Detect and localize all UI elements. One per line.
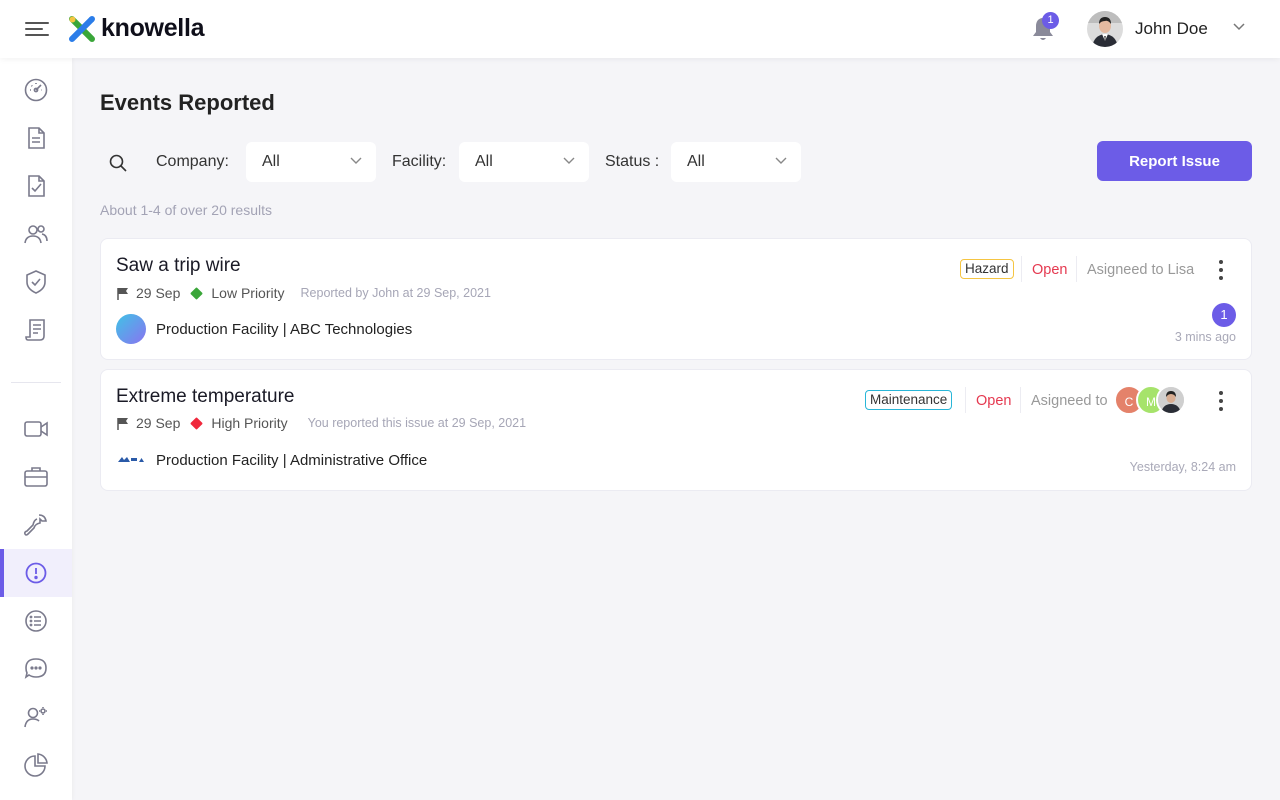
event-title[interactable]: Extreme temperature <box>116 386 294 408</box>
status-badge: Open <box>976 393 1012 409</box>
event-meta: 29 Sep Low Priority Reported by John at … <box>117 285 491 301</box>
search-icon[interactable] <box>108 153 128 173</box>
divider <box>1076 256 1077 282</box>
report-issue-button[interactable]: Report Issue <box>1097 141 1252 181</box>
event-time-ago: 3 mins ago <box>1174 330 1236 344</box>
priority-high-icon <box>190 416 204 430</box>
sidebar-item-documents[interactable] <box>0 114 72 162</box>
event-card[interactable]: Saw a trip wire 29 Sep Low Priority Repo… <box>100 238 1252 360</box>
sidebar-item-tasks[interactable] <box>0 597 72 645</box>
brand-name: knowella <box>101 14 205 42</box>
sidebar-item-video[interactable] <box>0 405 72 453</box>
logo[interactable]: knowella <box>68 14 205 43</box>
assigned-to: Asigneed to Lisa <box>1087 262 1195 278</box>
facility-name: Production Facility | ABC Technologies <box>156 320 413 338</box>
facility-logo <box>117 456 144 464</box>
briefcase-icon <box>24 467 48 487</box>
alert-icon <box>25 562 47 584</box>
dashboard-icon <box>24 78 48 102</box>
flag-icon <box>117 287 129 300</box>
event-date: 29 Sep <box>136 415 181 431</box>
results-count: About 1-4 of over 20 results <box>100 202 272 218</box>
user-name: John Doe <box>1135 19 1208 38</box>
pie-chart-icon <box>24 753 48 777</box>
sidebar-divider <box>11 382 61 383</box>
sidebar-item-analytics[interactable] <box>0 741 72 789</box>
sidebar-item-messages[interactable] <box>0 645 72 693</box>
status-filter-label: Status : <box>605 153 660 170</box>
facility-logo <box>116 314 146 344</box>
assigned-to: Asigneed to <box>1031 393 1108 409</box>
event-reported-text: Reported by John at 29 Sep, 2021 <box>300 286 491 300</box>
divider <box>965 387 966 413</box>
chevron-down-icon <box>563 157 575 164</box>
wrench-icon <box>23 514 47 536</box>
event-time-ago: Yesterday, 8:24 am <box>1129 460 1236 474</box>
chevron-down-icon <box>775 157 787 164</box>
user-menu[interactable]: John Doe <box>1087 11 1208 47</box>
event-title[interactable]: Saw a trip wire <box>116 255 241 277</box>
notification-badge: 1 <box>1042 12 1059 29</box>
divider <box>1020 387 1021 413</box>
event-facility: Production Facility | ABC Technologies <box>116 314 412 344</box>
sidebar-item-events[interactable] <box>0 549 72 597</box>
facility-filter-label: Facility: <box>392 153 447 170</box>
company-select-value: All <box>262 153 280 170</box>
menu-icon[interactable] <box>25 20 49 38</box>
users-icon <box>24 225 48 244</box>
divider <box>1021 256 1022 282</box>
filter-bar: Company: All Facility: All Status : All <box>100 141 1224 183</box>
main-content: Events Reported Company: All Facility: A… <box>72 58 1280 800</box>
knowella-logo-icon <box>69 15 95 42</box>
sidebar-item-dashboard[interactable] <box>0 66 72 114</box>
comment-count-badge: 1 <box>1212 303 1236 327</box>
chevron-down-icon[interactable] <box>1232 22 1246 32</box>
top-bar: knowella 1 John Doe <box>0 0 1280 58</box>
list-icon <box>25 610 47 632</box>
chat-icon <box>24 658 47 679</box>
status-select-value: All <box>687 153 705 170</box>
status-badge: Open <box>1032 262 1068 278</box>
checklist-icon <box>28 175 45 197</box>
document-icon <box>28 127 45 149</box>
sidebar-item-safety[interactable] <box>0 258 72 306</box>
more-options-icon[interactable] <box>1216 258 1226 282</box>
event-reported-text: You reported this issue at 29 Sep, 2021 <box>307 416 527 430</box>
shield-check-icon <box>26 270 46 294</box>
company-select[interactable]: All <box>246 142 376 182</box>
sidebar-item-reports[interactable] <box>0 306 72 354</box>
company-filter-label: Company: <box>156 153 229 170</box>
avatar <box>1087 11 1123 47</box>
flag-icon <box>117 417 129 430</box>
video-icon <box>24 421 48 437</box>
event-facility: Production Facility | Administrative Off… <box>116 445 427 475</box>
event-priority: High Priority <box>211 415 288 431</box>
sidebar-item-users[interactable] <box>0 210 72 258</box>
facility-select[interactable]: All <box>459 142 589 182</box>
chevron-down-icon <box>350 157 362 164</box>
page-title: Events Reported <box>100 90 275 115</box>
category-tag: Hazard <box>960 259 1014 279</box>
event-meta: 29 Sep High Priority You reported this i… <box>117 415 526 431</box>
facility-name: Production Facility | Administrative Off… <box>156 451 428 469</box>
category-tag: Maintenance <box>865 390 953 410</box>
sidebar-item-assets[interactable] <box>0 453 72 501</box>
event-priority: Low Priority <box>211 285 285 301</box>
event-date: 29 Sep <box>136 285 181 301</box>
sidebar-item-user-settings[interactable] <box>0 693 72 741</box>
report-icon <box>25 319 45 341</box>
sidebar-item-checklists[interactable] <box>0 162 72 210</box>
more-options-icon[interactable] <box>1216 389 1226 413</box>
priority-low-icon <box>190 286 204 300</box>
sidebar-item-maintenance[interactable] <box>0 501 72 549</box>
user-settings-icon <box>24 707 47 728</box>
facility-select-value: All <box>475 153 493 170</box>
event-card[interactable]: Extreme temperature 29 Sep High Priority… <box>100 369 1252 491</box>
assignee-avatar-photo[interactable] <box>1156 385 1186 415</box>
status-select[interactable]: All <box>671 142 801 182</box>
sidebar <box>0 58 72 800</box>
